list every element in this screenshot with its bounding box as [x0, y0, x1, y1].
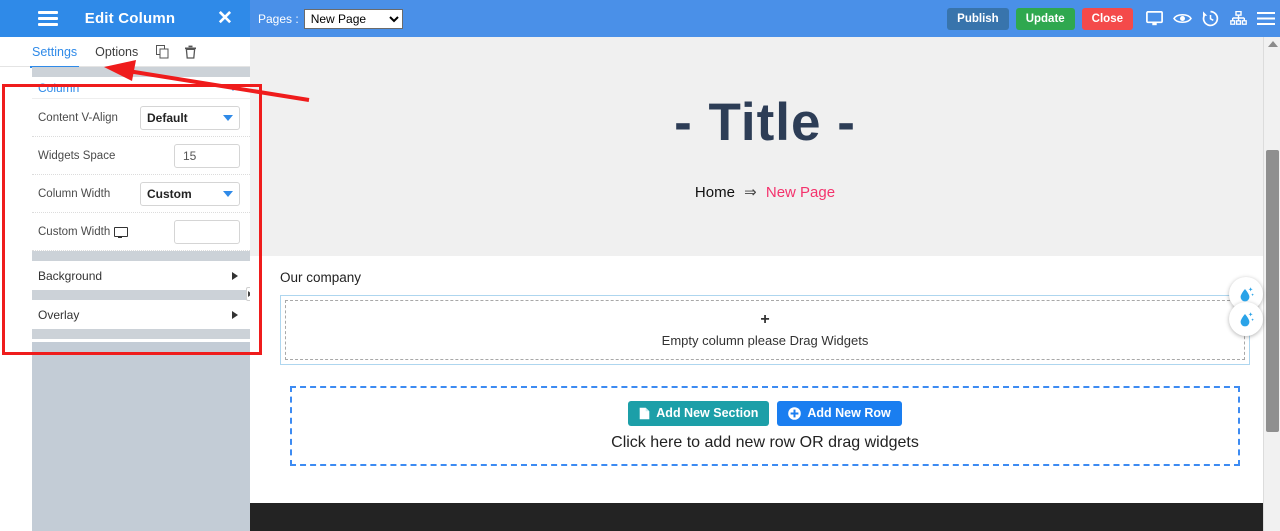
section-label-column: Column — [38, 80, 80, 95]
accordion-gap — [32, 251, 250, 261]
accordion-label-overlay: Overlay — [38, 307, 80, 322]
field-content-valign: Content V-Align Default — [32, 99, 250, 137]
panel-header: Edit Column ✕ — [0, 0, 250, 37]
tab-options[interactable]: Options — [95, 37, 138, 67]
add-buttons: Add New Section Add New Row — [628, 400, 902, 426]
field-label-custom-width: Custom Width — [38, 226, 174, 238]
breadcrumb: Home ⇒ New Page — [695, 183, 835, 201]
panel-scroll-strip[interactable] — [32, 67, 250, 77]
section-header-column[interactable]: Column — [32, 77, 250, 99]
duplicate-icon[interactable] — [156, 44, 170, 59]
breadcrumb-separator: ⇒ — [744, 184, 757, 201]
close-button[interactable]: Close — [1081, 7, 1133, 30]
accordion-gap — [32, 290, 250, 300]
top-toolbar: Pages : New Page Publish Update Close — [250, 0, 1280, 37]
chevron-down-icon[interactable] — [228, 84, 238, 91]
file-icon — [639, 407, 650, 419]
sitemap-icon[interactable] — [1224, 0, 1252, 37]
plus-circle-icon — [788, 406, 802, 420]
column-width-value: Custom — [147, 186, 192, 201]
panel-title: Edit Column — [84, 10, 176, 27]
edit-column-panel: Edit Column ✕ Settings Options Column Co… — [0, 0, 254, 531]
add-new-row-label: Add New Row — [807, 406, 891, 420]
pages-label: Pages : — [258, 11, 299, 26]
breadcrumb-current: New Page — [765, 184, 836, 201]
accordion-background[interactable]: Background — [32, 261, 250, 290]
field-label-column-width: Column Width — [38, 187, 111, 200]
add-dropzone[interactable]: Add New Section Add New Row Click here t… — [290, 386, 1240, 466]
chevron-right-icon — [232, 271, 238, 280]
accordion-label-background: Background — [38, 268, 103, 283]
column-width-select[interactable]: Custom — [140, 181, 240, 206]
eye-preview-icon[interactable] — [1168, 0, 1196, 37]
menu-icon[interactable] — [1252, 0, 1280, 37]
empty-column-dropzone[interactable]: + Empty column please Drag Widgets — [285, 300, 1245, 360]
app-root: Edit Column ✕ Settings Options Column Co… — [0, 0, 1280, 531]
panel-tabbar: Settings Options — [0, 37, 250, 68]
add-new-section-button[interactable]: Add New Section — [628, 400, 770, 426]
page-canvas: - Title - Home ⇒ New Page Our company + … — [250, 37, 1280, 531]
accordion-gap — [32, 329, 250, 339]
empty-column-hint: Empty column please Drag Widgets — [661, 333, 869, 348]
row-container[interactable]: + Empty column please Drag Widgets — [280, 295, 1250, 365]
floating-action-buttons — [1229, 277, 1272, 336]
monitor-icon — [114, 226, 129, 238]
update-button[interactable]: Update — [1015, 7, 1075, 30]
content-valign-select[interactable]: Default — [140, 105, 240, 130]
widgets-space-input[interactable]: 15 — [174, 143, 240, 168]
field-label-widgets-space: Widgets Space — [38, 149, 116, 162]
pages-select[interactable]: New Page — [303, 8, 403, 29]
water-drop-icon — [1240, 286, 1254, 301]
water-drop-icon-button-2[interactable] — [1229, 302, 1263, 336]
content-section: Our company + Empty column please Drag W… — [250, 256, 1280, 466]
field-label-content-valign: Content V-Align — [38, 111, 118, 124]
page-footer — [250, 503, 1280, 531]
add-dropzone-hint: Click here to add new row OR drag widget… — [611, 433, 919, 451]
chevron-down-icon — [223, 114, 233, 121]
add-new-section-label: Add New Section — [656, 406, 759, 420]
custom-width-input[interactable] — [174, 219, 240, 244]
panel-left-strip — [0, 37, 32, 531]
desktop-icon[interactable] — [1140, 0, 1168, 37]
accordion-overlay[interactable]: Overlay — [32, 300, 250, 329]
tab-settings[interactable]: Settings — [29, 37, 80, 68]
history-revision-icon[interactable] — [1196, 0, 1224, 37]
trash-icon[interactable] — [184, 45, 197, 59]
chevron-down-icon — [223, 190, 233, 197]
panel-body: Column Content V-Align Default Widgets S… — [32, 77, 250, 342]
custom-width-text: Custom Width — [38, 225, 111, 238]
add-new-row-button[interactable]: Add New Row — [777, 400, 902, 426]
section-title: Our company — [280, 270, 362, 285]
water-drop-icon — [1240, 311, 1254, 326]
content-valign-value: Default — [147, 110, 188, 125]
panel-empty-area — [32, 342, 250, 531]
scroll-up-arrow-icon[interactable] — [1268, 41, 1278, 47]
chevron-right-icon — [232, 310, 238, 319]
publish-button[interactable]: Publish — [947, 7, 1009, 30]
plus-icon: + — [760, 311, 770, 328]
field-widgets-space: Widgets Space 15 — [32, 137, 250, 175]
close-icon[interactable]: ✕ — [208, 9, 242, 28]
field-column-width: Column Width Custom — [32, 175, 250, 213]
page-title: - Title - — [674, 93, 856, 152]
breadcrumb-home[interactable]: Home — [695, 184, 735, 201]
hero-section: - Title - Home ⇒ New Page — [250, 37, 1280, 256]
field-custom-width: Custom Width — [32, 213, 250, 251]
